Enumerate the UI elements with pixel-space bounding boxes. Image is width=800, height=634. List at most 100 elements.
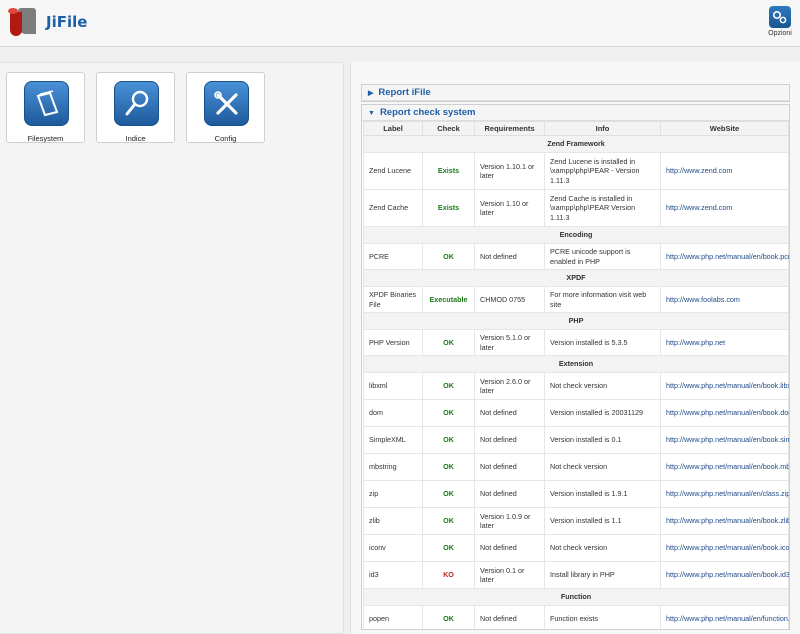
cell-requirements: Version 2.6.0 or later [474,372,545,400]
cell-info: Zend Lucene is installed in \xampp\php\P… [544,152,661,190]
cell-requirements: Not defined [474,534,545,562]
magnifier-icon [114,81,159,126]
options-label: Opzioni [768,30,792,37]
cell-requirements: Not defined [474,399,545,427]
indice-tile[interactable]: Indice [96,72,175,143]
cell-info: Zend Cache is installed in \xampp\php\PE… [544,189,661,227]
filesystem-tile[interactable]: Filesystem [6,72,85,143]
section-row: Zend Framework [363,135,789,153]
cell-requirements: Version 1.10.1 or later [474,152,545,190]
cell-label: mbstring [363,453,423,481]
section-title: PHP [363,312,789,330]
report-check-panel: ▼ Report check system Label Check Require… [361,104,790,630]
report-ifile-header[interactable]: ▶ Report iFile [362,85,789,101]
cell-info: PCRE unicode support is enabled in PHP [544,243,661,270]
report-check-header[interactable]: ▼ Report check system [362,105,789,121]
app-logo [8,6,38,40]
cell-check: OK [422,243,475,270]
cell-check: Exists [422,152,475,190]
cell-website-link[interactable]: http://www.zend.com [660,152,789,190]
cell-label: PHP Version [363,329,423,356]
cell-website-link[interactable]: http://www.php.net/manual/en/book.pcre.p… [660,243,789,270]
cell-requirements: Version 1.0.9 or later [474,507,545,535]
cell-label: XPDF Binaries File [363,286,423,313]
cell-website-link[interactable]: http://www.zend.com [660,189,789,227]
table-row: SimpleXML OK Not defined Version installed … [363,426,789,454]
cell-website-link[interactable]: http://www.foolabs.com [660,286,789,313]
section-row: XPDF [363,269,789,287]
config-label: Config [214,134,237,143]
cell-check: OK [422,426,475,454]
table-row: Zend Lucene Exists Version 1.10.1 or later… [363,152,789,190]
options-button[interactable]: Opzioni [764,6,796,42]
col-header-requirements: Requirements [474,121,545,136]
report-ifile-panel: ▶ Report iFile [361,84,790,102]
cell-website-link[interactable]: http://www.php.net/manual/en/book.zlib.p… [660,507,789,535]
caret-right-icon: ▶ [368,90,374,97]
cell-info: Version installed is 1.9.1 [544,480,661,508]
col-header-label: Label [363,121,423,136]
app-header: JiFile Opzioni [0,0,800,47]
cell-info: Version installed is 1.1 [544,507,661,535]
cell-info: Version installed is 0.1 [544,426,661,454]
config-tile[interactable]: Config [186,72,265,143]
cell-label: zip [363,480,423,508]
col-header-check: Check [422,121,475,136]
section-row: Extension [363,355,789,373]
cell-website-link[interactable]: http://www.php.net/manual/en/book.id3.ph… [660,561,789,589]
folder-icon [24,81,69,126]
cell-website-link[interactable]: http://www.php.net/manual/en/book.simple… [660,426,789,454]
cell-label: zlib [363,507,423,535]
section-title: XPDF [363,269,789,287]
cell-info: Version installed is 5.3.5 [544,329,661,356]
check-table: Label Check Requirements Info WebSite Ze… [363,121,789,629]
cell-info: For more information visit web site [544,286,661,313]
table-row: mbstring OK Not defined Not check version ht… [363,453,789,481]
cell-check: OK [422,605,475,629]
cell-info: Version installed is 20031129 [544,399,661,427]
cell-check: OK [422,507,475,535]
table-row: popen OK Not defined Function exists http://… [363,605,789,629]
section-title: Zend Framework [363,135,789,153]
report-check-title: Report check system [379,107,476,118]
cell-info: Function exists [544,605,661,629]
cell-label: Zend Cache [363,189,423,227]
table-row: libxml OK Version 2.6.0 or later Not check … [363,372,789,400]
cell-label: PCRE [363,243,423,270]
cell-requirements: Not defined [474,453,545,481]
cell-info: Not check version [544,372,661,400]
cell-website-link[interactable]: http://www.php.net/manual/en/book.mbstri… [660,453,789,481]
cell-website-link[interactable]: http://www.php.net/manual/en/book.dom.ph… [660,399,789,427]
cell-info: Not check version [544,453,661,481]
table-row: dom OK Not defined Version installed is 200… [363,399,789,427]
indice-label: Indice [125,134,146,143]
cell-label: dom [363,399,423,427]
section-row: PHP [363,312,789,330]
cell-check: Exists [422,189,475,227]
col-header-website: WebSite [660,121,789,136]
cell-requirements: Version 5.1.0 or later [474,329,545,356]
filesystem-label: Filesystem [27,134,64,143]
gears-icon [769,6,791,28]
cell-label: SimpleXML [363,426,423,454]
cell-website-link[interactable]: http://www.php.net/manual/en/function.po… [660,605,789,629]
report-ifile-title: Report iFile [378,87,431,98]
cell-requirements: Version 1.10 or later [474,189,545,227]
left-panel [0,62,344,634]
cell-requirements: Not defined [474,243,545,270]
cell-check: KO [422,561,475,589]
cell-website-link[interactable]: http://www.php.net/manual/en/book.libxml… [660,372,789,400]
table-row: PHP Version OK Version 5.1.0 or later Versi… [363,329,789,356]
cell-label: id3 [363,561,423,589]
section-title: Function [363,588,789,606]
table-row: zip OK Not defined Version installed is 1.9… [363,480,789,508]
cell-check: Executable [422,286,475,313]
section-row: Encoding [363,226,789,244]
table-row: id3 KO Version 0.1 or later Install library… [363,561,789,589]
cell-website-link[interactable]: http://www.php.net [660,329,789,356]
cell-requirements: CHMOD 0755 [474,286,545,313]
cell-website-link[interactable]: http://www.php.net/manual/en/book.iconv.… [660,534,789,562]
cell-check: OK [422,372,475,400]
section-title: Encoding [363,226,789,244]
cell-website-link[interactable]: http://www.php.net/manual/en/class.zipar… [660,480,789,508]
